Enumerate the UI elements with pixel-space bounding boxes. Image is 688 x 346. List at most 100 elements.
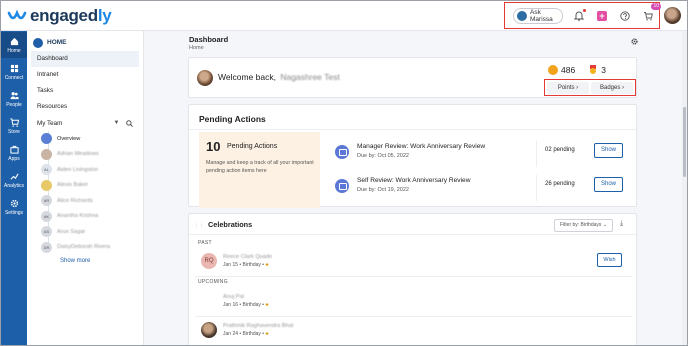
divider <box>189 129 636 130</box>
team-member[interactable]: AR Alice Richards <box>41 193 143 209</box>
home-sidebar: HOME Dashboard Intranet Tasks Resources … <box>27 31 144 345</box>
plus-square-icon: + <box>597 10 607 21</box>
team-member[interactable]: AK Anantha Krishna <box>41 209 143 225</box>
show-button[interactable]: Show <box>594 143 623 158</box>
pending-action-due: Due by: Oct 05, 2022 <box>357 153 409 159</box>
divider <box>189 234 636 235</box>
celebration-type: Birthday <box>242 302 261 308</box>
help-button[interactable] <box>618 9 632 23</box>
rail-label-settings: Settings <box>4 209 24 216</box>
member-name: Anantha Krishna <box>57 213 99 220</box>
rail-item-apps[interactable]: Apps <box>1 140 27 166</box>
team-overview[interactable]: Overview <box>41 131 143 147</box>
pending-actions-card: Pending Actions 10 Pending Actions Manag… <box>188 104 637 208</box>
show-button[interactable]: Show <box>594 177 623 192</box>
download-icon[interactable]: ⤓ <box>620 220 623 228</box>
avatar <box>41 148 52 160</box>
chevron-down-icon: ⌄ <box>602 222 607 228</box>
breadcrumb[interactable]: Home <box>189 45 204 51</box>
store-icon <box>9 117 19 127</box>
analytics-icon <box>10 173 19 180</box>
cake-icon: ♣ <box>265 331 269 337</box>
primary-rail: Home Connect People Store Apps Analytics… <box>1 31 27 345</box>
ask-marissa-button[interactable]: Ask Marissa <box>513 7 563 24</box>
review-icon <box>335 145 349 159</box>
rail-label-analytics: Analytics <box>3 182 24 189</box>
review-icon <box>335 179 349 193</box>
celebrations-card: ⋮⋮ Celebrations Filter by: Birthdays ⌄ ⤓… <box>188 213 637 345</box>
divider <box>195 316 632 317</box>
sidebar-item-intranet[interactable]: Intranet <box>27 67 143 83</box>
rail-item-connect[interactable]: Connect <box>1 59 27 85</box>
badges-button-label: Badges <box>599 84 621 91</box>
search-icon[interactable] <box>126 119 134 127</box>
rail-item-store[interactable]: Store <box>1 113 27 139</box>
welcome-text: Welcome back, Nagashree Test <box>218 72 340 82</box>
team-member[interactable]: DR DaisyDeborah Rivera <box>41 240 143 256</box>
show-more-link[interactable]: Show more <box>27 258 143 264</box>
rail-item-home[interactable]: Home <box>1 32 27 58</box>
rail-label-connect: Connect <box>4 74 24 81</box>
team-member[interactable]: AL Aiden Livingston <box>41 162 143 178</box>
team-member[interactable]: Adrian Meadows <box>41 147 143 163</box>
home-circle-icon <box>33 37 43 48</box>
main-content: Dashboard Home Welcome back, Nagashree T… <box>144 31 687 345</box>
celebration-row: Prathmik Raghavendra Bhat Jan 24 • Birth… <box>201 320 621 342</box>
celebration-date: Jan 24 <box>223 331 239 337</box>
top-bar: engagedly Ask Marissa + 10 <box>1 1 687 31</box>
sidebar-item-dashboard[interactable]: Dashboard <box>31 51 139 67</box>
team-member[interactable]: Alexis Baker <box>41 178 143 194</box>
pending-count-label: Pending Actions <box>227 143 278 150</box>
celebration-meta: Jan 24 • Birthday • ♣ <box>223 331 269 337</box>
wish-button[interactable]: Wish <box>597 253 622 267</box>
filter-dropdown[interactable]: Filter by: Birthdays ⌄ <box>554 219 613 232</box>
logo-text: engagedly <box>30 6 112 25</box>
badge-medal-icon <box>589 65 597 75</box>
avatar: DR <box>41 241 52 253</box>
drag-handle-icon[interactable]: ⋮⋮ <box>194 222 204 228</box>
points-badges-highlight: Points › Badges › <box>544 79 636 96</box>
pending-summary: 10 Pending Actions Manage and keep a tra… <box>199 132 320 208</box>
pending-action-count: 26 pending <box>545 181 575 187</box>
sidebar-item-tasks[interactable]: Tasks <box>27 83 143 99</box>
apps-icon <box>9 145 19 154</box>
create-button[interactable]: + <box>595 9 609 23</box>
pending-action-count: 02 pending <box>545 147 575 153</box>
chevron-down-icon[interactable]: ▼ <box>113 120 119 126</box>
filter-label: Filter by: Birthdays <box>560 222 602 228</box>
rail-item-people[interactable]: People <box>1 86 27 112</box>
celebration-type: Birthday <box>242 331 261 337</box>
team-member[interactable]: AS Arun Sagar <box>41 224 143 240</box>
scrollbar-thumb[interactable] <box>683 107 686 177</box>
avatar <box>201 293 217 309</box>
notifications-button[interactable] <box>572 8 586 23</box>
celebration-name: Reece Clark Quade <box>223 254 273 260</box>
app-window: engagedly Ask Marissa + 10 Home Connect … <box>0 0 688 346</box>
overview-icon <box>41 133 52 145</box>
avatar <box>197 70 213 86</box>
rail-item-analytics[interactable]: Analytics <box>1 167 27 193</box>
badges-button[interactable]: Badges › <box>591 81 633 94</box>
my-team-row[interactable]: My Team ▼ <box>27 115 143 131</box>
gear-icon[interactable] <box>631 38 638 45</box>
rail-item-settings[interactable]: Settings <box>1 194 27 220</box>
scrollbar[interactable] <box>682 31 687 345</box>
settings-icon <box>10 199 18 207</box>
points-button[interactable]: Points › <box>547 81 589 94</box>
pending-description: Manage and keep a track of all your impo… <box>206 160 314 174</box>
avatar <box>41 179 52 191</box>
engagedly-logo[interactable]: engagedly <box>7 6 112 26</box>
chevron-right-icon: › <box>622 84 625 91</box>
bell-icon <box>574 11 584 21</box>
sidebar-item-resources[interactable]: Resources <box>27 99 143 115</box>
divider <box>536 175 537 201</box>
user-avatar[interactable] <box>664 7 681 24</box>
cart-badge: 10 <box>651 2 661 10</box>
pending-count: 10 <box>206 139 221 154</box>
cart-button[interactable]: 10 <box>641 2 661 23</box>
avatar: AL <box>41 164 52 176</box>
celebration-name: Prathmik Raghavendra Bhat <box>223 323 294 329</box>
welcome-card: Welcome back, Nagashree Test 486 3 Point… <box>188 57 637 98</box>
points-button-label: Points <box>557 84 575 91</box>
points-value: 486 <box>561 65 576 75</box>
